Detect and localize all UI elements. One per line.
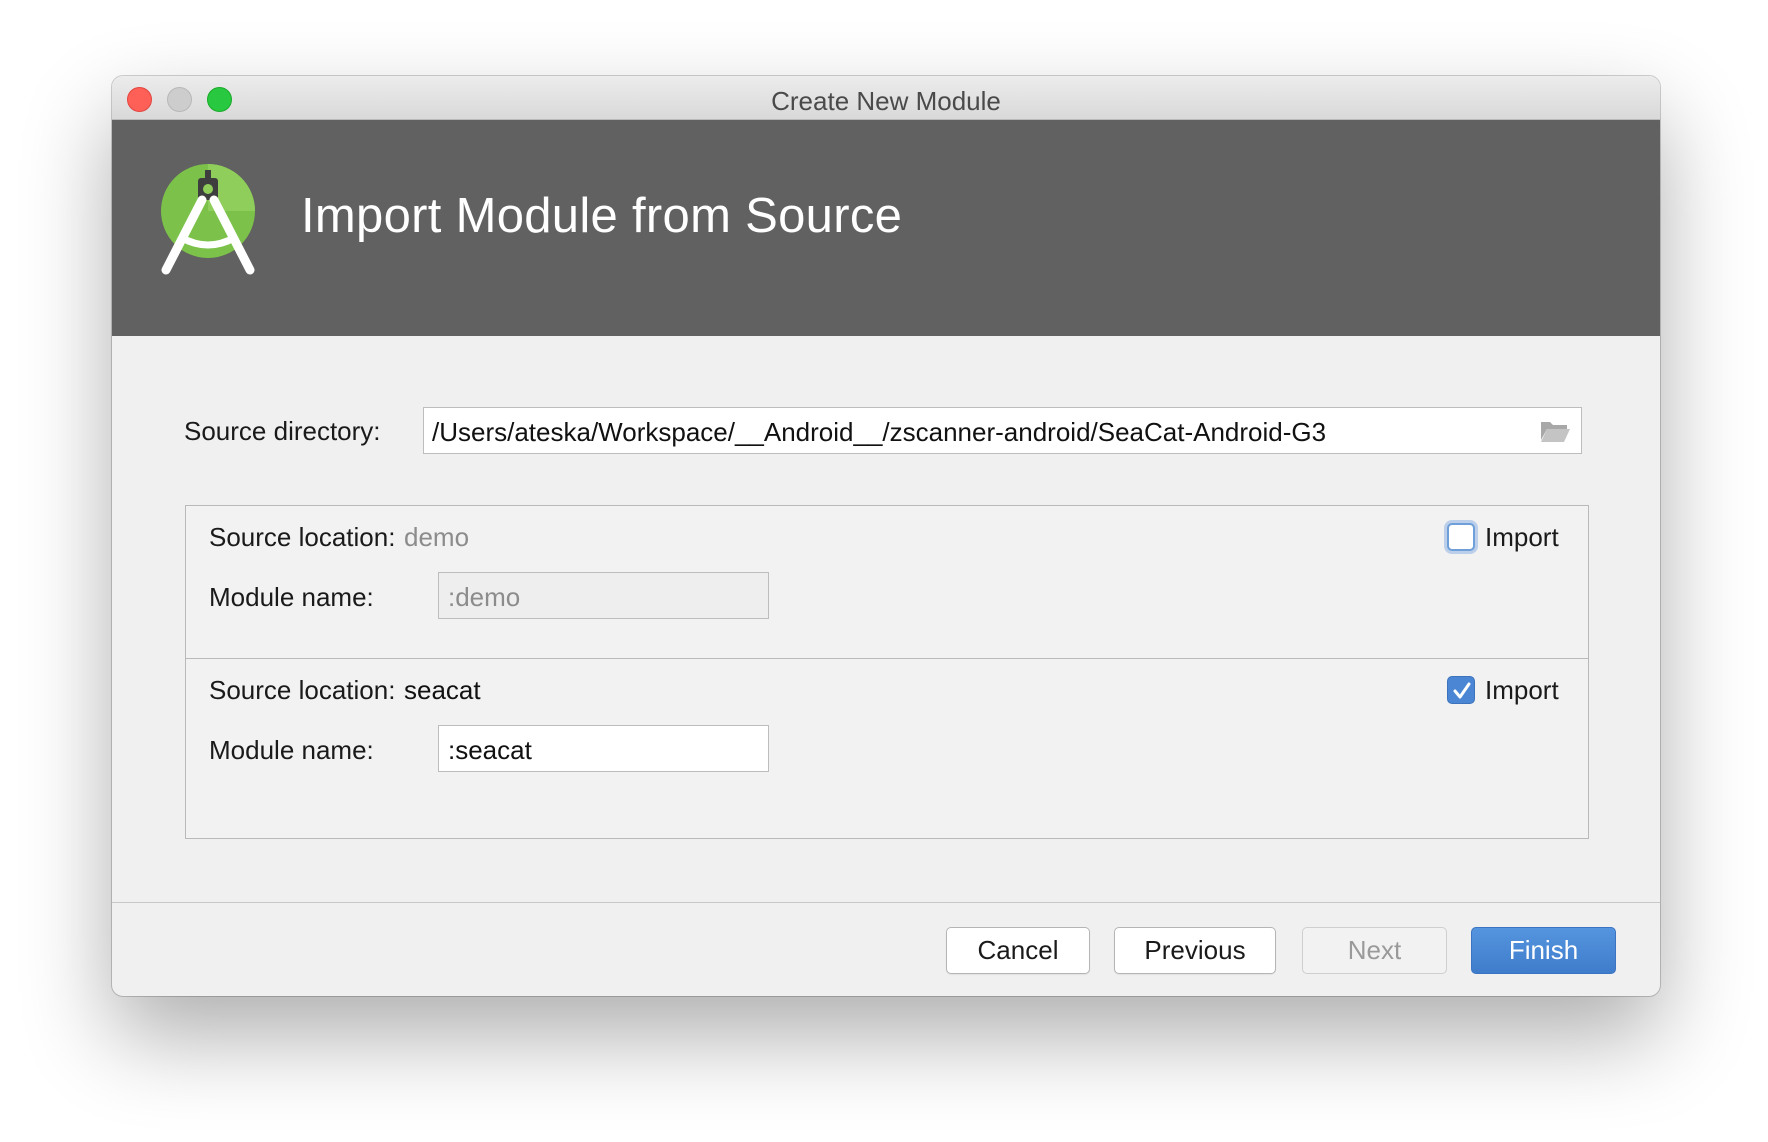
source-location-label: Source location: <box>209 675 396 705</box>
window-title: Create New Module <box>771 86 1001 116</box>
source-directory-label: Source directory: <box>184 416 381 446</box>
import-checkbox-seacat[interactable] <box>1447 676 1475 704</box>
source-location-value: seacat <box>404 675 481 705</box>
footer-divider <box>112 902 1660 903</box>
create-new-module-dialog: Create New Module Import Module from Sou… <box>112 76 1660 996</box>
import-label-seacat[interactable]: Import <box>1485 675 1559 706</box>
module-name-field-demo: :demo <box>438 572 769 619</box>
source-directory-value: /Users/ateska/Workspace/__Android__/zsca… <box>432 417 1327 447</box>
previous-button[interactable]: Previous <box>1114 927 1276 974</box>
module-name-label: Module name: <box>209 582 374 612</box>
module-name-value: :seacat <box>448 735 532 765</box>
source-location-label: Source location: <box>209 522 396 552</box>
cancel-button[interactable]: Cancel <box>946 927 1090 974</box>
module-name-label: Module name: <box>209 735 374 765</box>
wizard-title: Import Module from Source <box>301 189 903 243</box>
import-checkbox-demo[interactable] <box>1447 523 1475 551</box>
module-divider <box>186 658 1588 659</box>
import-label-demo[interactable]: Import <box>1485 522 1559 553</box>
modules-list: Source location: demo Import Module name… <box>185 505 1589 839</box>
finish-button[interactable]: Finish <box>1471 927 1616 974</box>
next-button: Next <box>1302 927 1447 974</box>
module-name-value: :demo <box>448 582 521 612</box>
source-location-value: demo <box>404 522 470 552</box>
checkmark-icon <box>1453 682 1471 699</box>
android-studio-logo-icon <box>161 164 255 275</box>
module-name-field-seacat[interactable]: :seacat <box>438 725 769 772</box>
folder-open-icon[interactable] <box>1539 418 1571 444</box>
source-directory-field[interactable]: /Users/ateska/Workspace/__Android__/zsca… <box>423 407 1582 454</box>
title-bar: Create New Module <box>112 76 1660 120</box>
wizard-header: Import Module from Source <box>112 120 1660 336</box>
